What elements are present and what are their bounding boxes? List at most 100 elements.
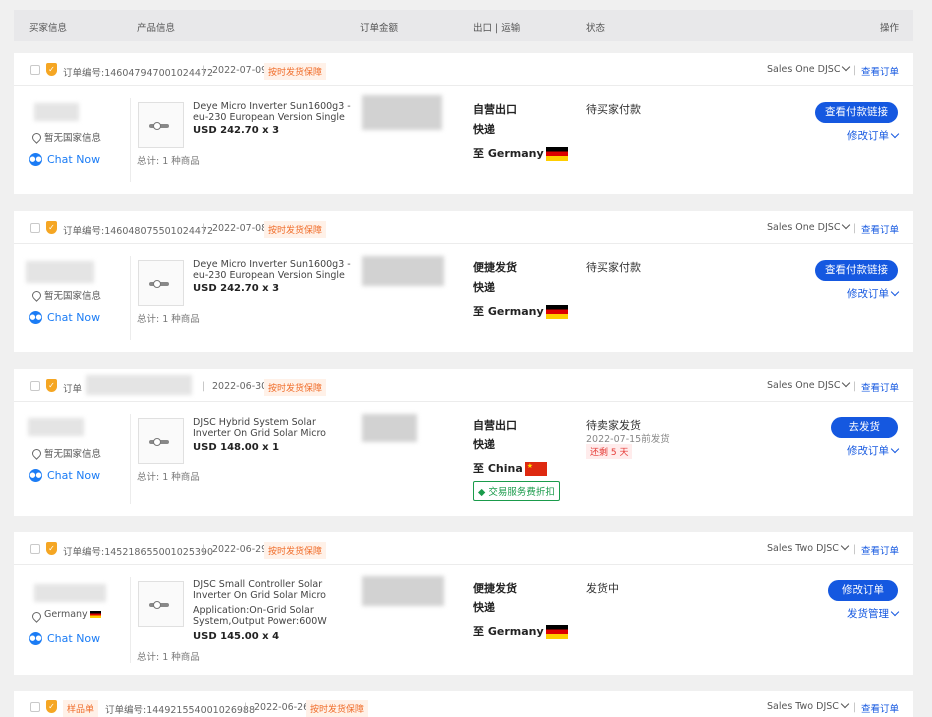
order-checkbox[interactable]	[30, 65, 40, 75]
destination: 至 China	[473, 460, 547, 476]
product-thumbnail[interactable]	[138, 102, 184, 148]
column-status: 状态	[586, 23, 606, 34]
order-card: ✓ 样品单 订单编号:144921554001026988 | 2022-06-…	[14, 691, 913, 717]
column-export-shipping: 出口 | 运输	[473, 23, 521, 34]
chat-now-link[interactable]: Chat Now	[47, 632, 100, 645]
blurred-buyer-name	[34, 584, 106, 602]
destination: 至 Germany	[473, 623, 568, 639]
chat-icon[interactable]: ●●	[29, 311, 42, 324]
order-card: ✓ 订单 | 2022-06-30 按时发货保障 Sales One DJSC …	[14, 369, 913, 516]
order-checkbox[interactable]	[30, 544, 40, 554]
seller-dropdown[interactable]: Sales One DJSC	[767, 378, 851, 391]
chat-now-link[interactable]: Chat Now	[47, 153, 100, 166]
product-attributes: Application:On-Grid Solar System,Output …	[193, 605, 327, 627]
modify-order-dropdown[interactable]: 修改订单	[847, 286, 900, 301]
seller-dropdown[interactable]: Sales One DJSC	[767, 62, 851, 75]
product-price: USD 242.70 x 3	[193, 125, 280, 136]
shipping-method: 快递	[473, 438, 495, 451]
order-checkbox[interactable]	[30, 381, 40, 391]
connector-icon	[153, 438, 161, 446]
seller-name: Sales Two DJSC	[767, 543, 839, 554]
location-icon	[30, 289, 43, 302]
order-date: 2022-07-08	[212, 223, 268, 234]
seller-dropdown[interactable]: Sales One DJSC	[767, 220, 851, 233]
product-total: 总计: 1 种商品	[137, 652, 200, 663]
seller-dropdown[interactable]: Sales Two DJSC	[767, 699, 850, 712]
guarantee-shield-icon: ✓	[46, 379, 57, 392]
blurred-buyer-name	[26, 261, 94, 283]
modify-order-label: 修改订单	[847, 288, 889, 300]
product-title[interactable]: DJSC Hybrid System Solar Inverter On Gri…	[193, 417, 351, 439]
ship-by-date: 2022-07-15前发货	[586, 434, 670, 445]
view-order-link[interactable]: 查看订单	[861, 543, 899, 557]
order-checkbox[interactable]	[30, 702, 40, 712]
divider	[130, 414, 131, 504]
germany-flag-icon	[545, 305, 568, 319]
divider	[130, 256, 131, 340]
modify-order-dropdown[interactable]: 修改订单	[847, 128, 900, 143]
view-payment-link-button[interactable]: 查看付款链接	[815, 260, 898, 281]
view-order-link[interactable]: 查看订单	[861, 64, 899, 78]
order-status: 待买家付款	[586, 261, 641, 274]
order-id: 订单	[63, 384, 83, 395]
modify-order-label: 修改订单	[847, 445, 889, 457]
view-order-link[interactable]: 查看订单	[861, 380, 899, 394]
chevron-down-icon	[890, 607, 900, 617]
buyer-country: 暂无国家信息	[44, 291, 102, 302]
chat-now-link[interactable]: Chat Now	[47, 311, 100, 324]
guarantee-shield-icon: ✓	[46, 221, 57, 234]
blurred-order-amount	[362, 414, 417, 442]
on-time-badge: 按时发货保障	[264, 221, 327, 238]
destination: 至 Germany	[473, 303, 568, 319]
connector-icon	[153, 280, 161, 288]
chat-icon[interactable]: ●●	[29, 632, 42, 645]
location-icon	[30, 610, 43, 623]
germany-flag-icon	[89, 611, 101, 618]
germany-flag-icon	[545, 625, 568, 639]
order-checkbox[interactable]	[30, 223, 40, 233]
product-title[interactable]: DJSC Small Controller Solar Inverter On …	[193, 579, 351, 601]
chevron-down-icon	[840, 541, 850, 551]
chat-icon[interactable]: ●●	[29, 153, 42, 166]
order-id: 订单编号:146048075501024472	[63, 226, 213, 237]
modify-order-dropdown[interactable]: 修改订单	[847, 443, 900, 458]
chat-now-link[interactable]: Chat Now	[47, 469, 100, 482]
view-payment-link-button[interactable]: 查看付款链接	[815, 102, 898, 123]
product-title[interactable]: Deye Micro Inverter Sun1600g3 -eu-230 Eu…	[193, 259, 351, 281]
column-buyer: 买家信息	[29, 23, 68, 34]
destination-label: 至 Germany	[473, 147, 544, 160]
shipping-management-dropdown[interactable]: 发货管理	[847, 606, 900, 621]
product-thumbnail[interactable]	[138, 581, 184, 627]
on-time-badge: 按时发货保障	[264, 379, 327, 396]
product-thumbnail[interactable]	[138, 418, 184, 464]
divider: |	[202, 544, 206, 555]
chevron-down-icon	[840, 699, 850, 709]
divider: |	[853, 544, 857, 555]
seller-dropdown[interactable]: Sales Two DJSC	[767, 541, 850, 554]
seller-name: Sales One DJSC	[767, 222, 841, 233]
column-header: 买家信息 产品信息 订单金额 出口 | 运输 状态 操作	[14, 10, 913, 41]
connector-icon	[153, 601, 161, 609]
blurred-order-amount	[362, 576, 444, 606]
view-order-link[interactable]: 查看订单	[861, 701, 899, 715]
fee-discount-label: 交易服务费折扣	[488, 487, 555, 498]
germany-flag-icon	[545, 147, 568, 161]
shipping-method: 快递	[473, 123, 495, 136]
chat-icon[interactable]: ●●	[29, 469, 42, 482]
blurred-buyer-name	[28, 418, 84, 436]
order-date: 2022-07-09	[212, 65, 268, 76]
column-amount: 订单金额	[360, 23, 399, 34]
view-order-link[interactable]: 查看订单	[861, 222, 899, 236]
sample-order-badge: 样品单	[63, 700, 99, 717]
product-thumbnail[interactable]	[138, 260, 184, 306]
ship-now-button[interactable]: 去发货	[830, 417, 898, 438]
divider: |	[202, 223, 206, 234]
buyer-country: 暂无国家信息	[44, 133, 102, 144]
product-title[interactable]: Deye Micro Inverter Sun1600g3 -eu-230 Eu…	[193, 101, 351, 123]
divider: |	[244, 702, 248, 713]
divider: |	[853, 223, 857, 234]
location-icon	[30, 131, 43, 144]
modify-order-button[interactable]: 修改订单	[828, 580, 898, 601]
product-price: USD 242.70 x 3	[193, 283, 280, 294]
chevron-down-icon	[842, 220, 851, 230]
